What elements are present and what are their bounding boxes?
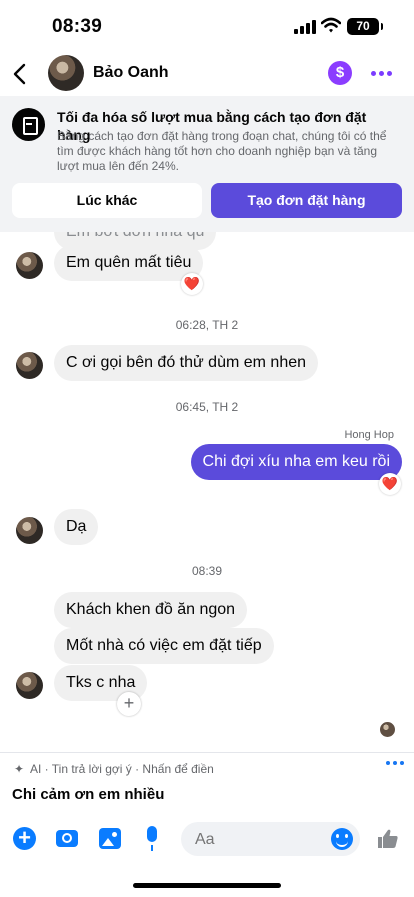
sender-avatar xyxy=(16,672,43,699)
ai-sparkle-icon: ✦ xyxy=(14,762,25,776)
back-icon[interactable] xyxy=(10,62,32,86)
payment-icon[interactable]: $ xyxy=(328,61,352,85)
home-indicator[interactable] xyxy=(133,883,281,888)
ai-suggestion-bar[interactable]: ✦ AI · Tin trả lời gợi ý · Nhấn để điền … xyxy=(0,752,414,810)
sender-name: Hong Hop xyxy=(344,429,394,441)
more-options-icon[interactable] xyxy=(371,71,393,77)
chat-header: Bảo Oanh $ xyxy=(0,52,414,96)
later-button[interactable]: Lúc khác xyxy=(12,183,202,218)
gallery-icon[interactable] xyxy=(99,828,121,849)
thumbs-up-icon[interactable] xyxy=(376,827,400,851)
message-bubble[interactable]: Dạ xyxy=(54,509,99,545)
camera-icon[interactable] xyxy=(56,830,78,847)
message-composer: + xyxy=(0,814,414,864)
contact-name[interactable]: Bảo Oanh xyxy=(93,64,169,82)
suggestion-more-icon[interactable] xyxy=(386,761,404,767)
contact-avatar[interactable] xyxy=(48,55,84,91)
message-bubble[interactable]: Mốt nhà có việc em đặt tiếp xyxy=(54,628,274,664)
suggestion-hint: AI · Tin trả lời gợi ý · Nhấn để điền xyxy=(30,762,214,776)
message-bubble[interactable]: Khách khen đồ ăn ngon xyxy=(54,592,248,628)
timestamp: 06:28, TH 2 xyxy=(175,318,239,332)
suggested-reply[interactable]: Chi cảm ơn em nhiều xyxy=(12,786,164,803)
message-input-box[interactable] xyxy=(181,822,360,856)
plus-icon[interactable]: + xyxy=(13,827,36,850)
message-input[interactable] xyxy=(195,831,315,849)
message-list[interactable]: Em bớt đơn nha qu Em quên mất tiêu ❤️ 06… xyxy=(0,232,414,747)
create-order-button[interactable]: Tạo đơn đặt hàng xyxy=(211,183,402,218)
message-bubble[interactable]: Em quên mất tiêu xyxy=(54,245,204,281)
sender-avatar xyxy=(16,517,43,544)
heart-reaction-icon[interactable]: ❤️ xyxy=(379,473,401,495)
status-bar: 08:39 70 xyxy=(0,0,414,50)
message-bubble[interactable]: C ơi gọi bên đó thử dùm em nhen xyxy=(54,345,319,381)
status-time: 08:39 xyxy=(52,16,103,37)
microphone-icon[interactable] xyxy=(143,826,161,852)
order-document-icon xyxy=(12,108,45,141)
signal-icon xyxy=(294,20,316,34)
message-bubble-outgoing[interactable]: Chi đợi xíu nha em keu rồi xyxy=(190,444,402,480)
timestamp: 06:45, TH 2 xyxy=(175,400,239,414)
seen-receipt-avatar xyxy=(380,722,395,737)
order-promo-banner: Tối đa hóa số lượt mua bằng cách tạo đơn… xyxy=(0,96,414,232)
sender-avatar xyxy=(16,252,43,279)
timestamp: 08:39 xyxy=(191,564,223,578)
heart-reaction-icon[interactable]: ❤️ xyxy=(181,273,203,295)
banner-description: Bằng cách tạo đơn đặt hàng trong đoạn ch… xyxy=(57,129,387,173)
battery-icon: 70 xyxy=(347,18,383,35)
sender-avatar xyxy=(16,352,43,379)
add-reaction-icon[interactable]: + xyxy=(117,692,141,716)
emoji-icon[interactable] xyxy=(331,828,353,850)
wifi-icon xyxy=(321,17,341,33)
